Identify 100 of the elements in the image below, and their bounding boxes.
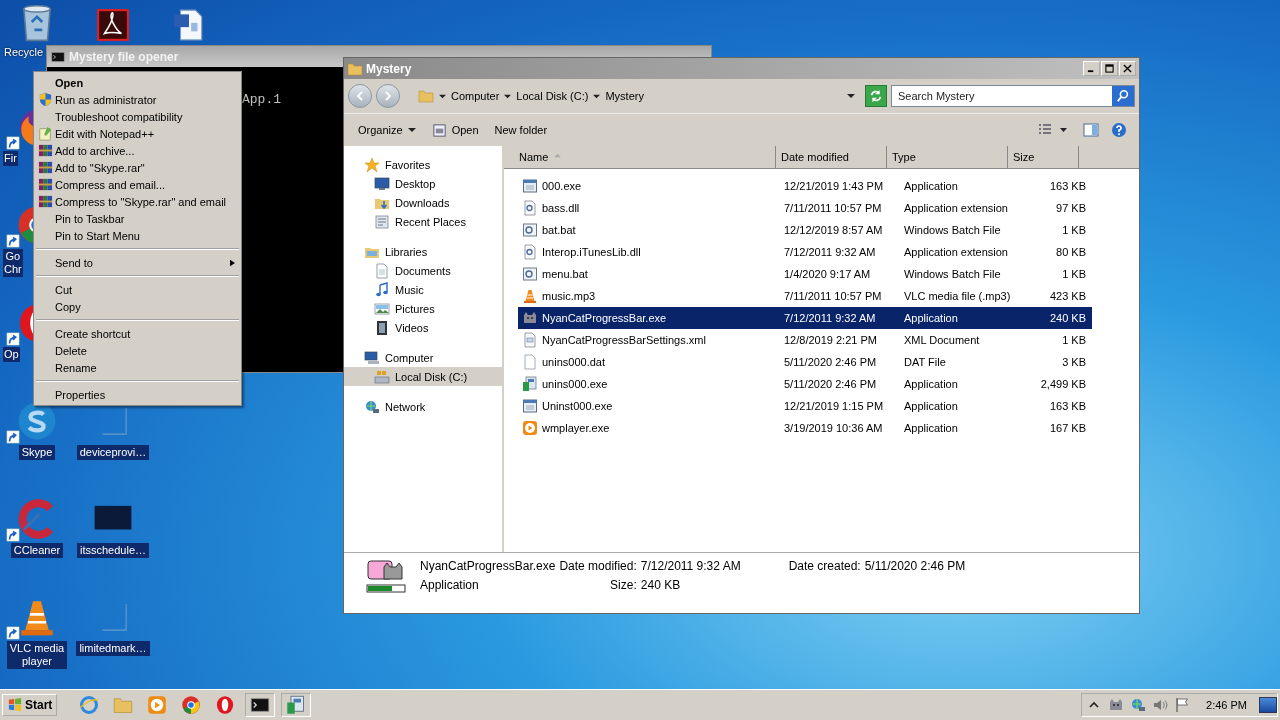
file-row[interactable]: music.mp3 7/11/2011 10:57 PM VLC media file (.mp3) 423 KB [518,285,1092,307]
speaker-icon[interactable] [1152,697,1169,713]
desktop-icon-label[interactable]: Op [3,347,20,362]
menu-item[interactable]: Open [34,74,241,91]
breadcrumb-item[interactable]: Mystery [605,90,644,102]
flag-icon[interactable] [1174,697,1191,713]
menu-item[interactable]: Create shortcut [34,325,241,342]
desktop-icon-label[interactable]: VLC media player [6,641,68,669]
search-button[interactable] [1112,86,1134,106]
monitor-icon [374,175,390,192]
menu-item[interactable]: Send to [34,254,241,271]
desktop-icon-label[interactable]: limitedmark… [76,641,150,656]
menu-item[interactable]: Compress to "Skype.rar" and email [34,193,241,210]
column-header[interactable]: Name [504,146,776,168]
nav-item[interactable]: Desktop [344,174,502,193]
menu-item[interactable]: Cut [34,281,241,298]
desktop-icon-label[interactable]: Go Chr [3,249,23,277]
file-row[interactable]: Interop.iTunesLib.dll 7/12/2011 9:32 AM Application extension 80 KB [518,241,1092,263]
file-row[interactable]: wmplayer.exe 3/19/2019 10:36 AM Application 167 KB [518,417,1092,439]
nav-item[interactable]: Local Disk (C:) [344,367,502,386]
column-header[interactable]: Size [1008,146,1079,168]
new-folder-button[interactable]: New folder [488,121,554,139]
dropdown-caret-icon[interactable] [847,92,855,100]
installer-icon[interactable] [281,693,312,717]
menu-item[interactable]: Troubleshoot compatibility [34,108,241,125]
menu-item[interactable]: Edit with Notepad++ [34,125,241,142]
menu-item[interactable]: Properties [34,386,241,403]
menu-item[interactable]: Pin to Start Menu [34,227,241,244]
minimize-button[interactable] [1083,61,1100,76]
console-icon[interactable] [245,693,276,717]
nav-item[interactable]: Libraries [344,242,502,261]
file-row[interactable]: menu.bat 1/4/2020 9:17 AM Windows Batch File 1 KB [518,263,1092,285]
open-button[interactable]: Open [425,119,485,141]
nav-item[interactable]: Videos [344,318,502,337]
forward-button[interactable] [376,84,400,108]
caret-icon[interactable] [593,92,601,100]
menu-item[interactable]: Run as administrator [34,91,241,108]
pane-icon [1083,122,1099,138]
breadcrumb-item[interactable]: Local Disk (C:) [516,90,589,102]
date-cell-text: 7/12/2011 9:32 AM [784,246,877,258]
file-row[interactable]: 000.exe 12/21/2019 1:43 PM Application 163 KB [518,175,1092,197]
nav-item[interactable]: Network [344,397,502,416]
skype-icon[interactable] [16,400,58,442]
menu-item[interactable]: Delete [34,342,241,359]
caret-icon[interactable] [439,92,446,100]
desktop-icon-label[interactable]: itsschedule… [76,543,149,558]
back-button[interactable] [348,84,372,108]
desktop-icon-label[interactable]: CCleaner [10,543,64,558]
archive-books-icon [38,194,53,209]
file-row[interactable]: NyanCatProgressBar.exe 7/12/2011 9:32 AM Application 240 KB [518,307,1092,329]
detail-label: Size: [609,578,637,592]
organize-menu-button[interactable]: Organize [352,121,422,139]
nav-item[interactable]: Computer [344,348,502,367]
menu-item[interactable]: Compress and email... [34,176,241,193]
menu-item[interactable]: Add to archive... [34,142,241,159]
pictures-icon [374,300,390,317]
gear-window-icon [522,222,538,238]
application-icon [522,398,538,414]
show-desktop-button[interactable] [1259,697,1277,713]
cat-icon[interactable] [1108,697,1125,713]
nav-item[interactable]: Documents [344,261,502,280]
file-row[interactable]: bat.bat 12/12/2019 8:57 AM Windows Batch File 1 KB [518,219,1092,241]
file-row[interactable]: bass.dll 7/11/2011 10:57 PM Application extension 97 KB [518,197,1092,219]
caret-icon[interactable] [504,92,512,100]
nav-item[interactable]: Downloads [344,193,502,212]
desktop-icon-label[interactable]: Fir [3,151,18,166]
window-icon [431,122,447,138]
window-title: Mystery file opener [69,49,179,64]
nav-item[interactable]: Recent Places [344,212,502,231]
date-cell-text: 1/4/2020 9:17 AM [784,268,872,280]
desktop-icon-label[interactable]: deviceprovi… [76,445,150,460]
desktop-icon-label[interactable]: Recycle [4,46,44,59]
type-cell-text: XML Document [904,334,981,346]
menu-item[interactable]: Copy [34,298,241,315]
file-row[interactable]: unins000.exe 5/11/2020 2:46 PM Application 2,499 KB [518,373,1092,395]
menu-item[interactable]: Add to "Skype.rar" [34,159,241,176]
menu-item[interactable]: Rename [34,359,241,376]
maximize-button[interactable] [1101,61,1118,76]
computer-icon [364,349,380,366]
network-icon[interactable] [1130,697,1147,713]
column-header[interactable]: Type [887,146,1008,168]
close-button[interactable] [1119,61,1136,76]
nav-item[interactable]: Pictures [344,299,502,318]
nav-item[interactable]: Favorites [344,155,502,174]
archive-books-icon [38,177,53,192]
nav-item[interactable]: Music [344,280,502,299]
start-button[interactable]: Start [2,694,58,716]
file-row[interactable]: unins000.dat 5/11/2020 2:46 PM DAT File 3 KB [518,351,1092,373]
desktop-icon-label[interactable]: Skype [18,445,56,460]
column-header[interactable]: Date modified [776,146,887,168]
file-row[interactable]: NyanCatProgressBarSettings.xml 12/8/2019 2:21 PM XML Document 1 KB [518,329,1092,351]
date-cell-text: 12/21/2019 1:15 PM [784,400,885,412]
menu-item[interactable]: Pin to Taskbar [34,210,241,227]
search-field[interactable]: Search Mystery [891,85,1135,107]
refresh-button[interactable] [865,85,887,107]
file-row[interactable]: Uninst000.exe 12/21/2019 1:15 PM Application 163 KB [518,395,1092,417]
breadcrumb-item[interactable]: Computer [451,90,500,102]
clock[interactable]: 2:46 PM [1206,699,1247,711]
file-name: NyanCatProgressBar.exe [420,559,556,573]
xml-document-icon [522,332,538,348]
